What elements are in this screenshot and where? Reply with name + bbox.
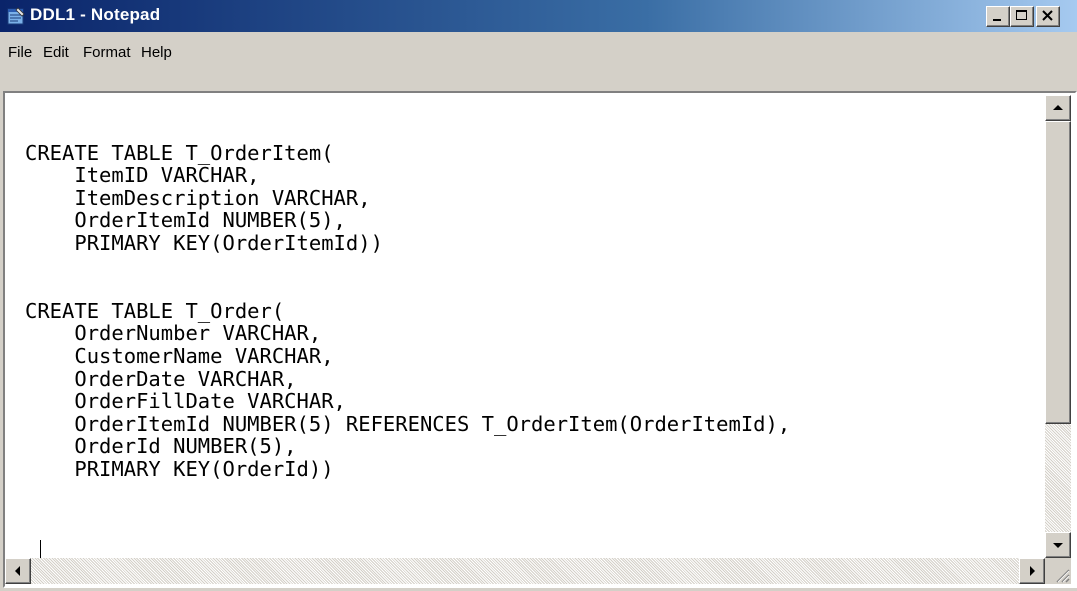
close-button[interactable] xyxy=(1036,6,1060,27)
menu-format[interactable]: Format xyxy=(83,44,131,61)
menu-bar: File Edit Format Help xyxy=(0,32,1077,90)
maximize-icon xyxy=(1016,10,1027,20)
arrow-down-icon xyxy=(1053,543,1063,548)
menu-file[interactable]: File xyxy=(8,44,32,61)
scroll-down-button[interactable] xyxy=(1045,532,1071,558)
horizontal-scrollbar[interactable] xyxy=(5,558,1045,584)
resize-grip[interactable] xyxy=(1045,558,1071,584)
menu-edit[interactable]: Edit xyxy=(43,44,69,61)
minimize-icon xyxy=(993,19,1001,21)
text-editor[interactable]: CREATE TABLE T_OrderItem( ItemID VARCHAR… xyxy=(3,91,1077,588)
scroll-up-button[interactable] xyxy=(1045,95,1071,121)
notepad-window: DDL1 - Notepad File Edit Format Help CRE… xyxy=(0,0,1077,591)
arrow-up-icon xyxy=(1053,105,1063,110)
editor-content[interactable]: CREATE TABLE T_OrderItem( ItemID VARCHAR… xyxy=(25,119,790,481)
close-icon xyxy=(1042,10,1053,21)
title-bar[interactable]: DDL1 - Notepad xyxy=(0,0,1077,32)
scroll-left-button[interactable] xyxy=(5,558,31,584)
text-caret xyxy=(40,540,41,558)
notepad-icon xyxy=(7,7,25,25)
maximize-button[interactable] xyxy=(1010,6,1034,27)
vertical-scrollbar[interactable] xyxy=(1045,95,1071,558)
menu-help[interactable]: Help xyxy=(141,44,172,61)
minimize-button[interactable] xyxy=(986,6,1010,27)
window-title: DDL1 - Notepad xyxy=(30,5,161,24)
scroll-right-button[interactable] xyxy=(1019,558,1045,584)
scroll-thumb[interactable] xyxy=(1045,121,1071,424)
arrow-left-icon xyxy=(15,566,20,576)
arrow-right-icon xyxy=(1030,566,1035,576)
resize-grip-icon xyxy=(1056,569,1070,583)
